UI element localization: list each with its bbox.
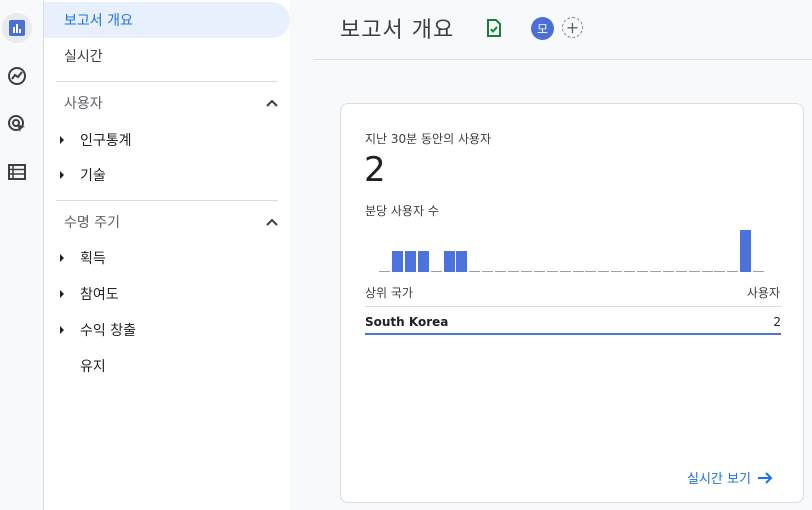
- target-cursor-icon: [8, 115, 25, 132]
- nav-item-acquisition[interactable]: 획득: [44, 240, 106, 276]
- table-row-bar: [365, 333, 781, 335]
- chart-bar: [533, 271, 545, 272]
- nav-item-label: 보고서 개요: [64, 13, 133, 29]
- view-realtime-link[interactable]: 실시간 보기: [687, 468, 773, 487]
- chart-bar: [649, 271, 661, 272]
- nav-divider: [56, 81, 278, 82]
- chart-bar: [637, 271, 648, 272]
- chart-bar: [469, 271, 481, 272]
- nav-item-label: 기술: [80, 168, 106, 184]
- caret-right-icon: [60, 290, 64, 298]
- arrow-right-icon: [757, 471, 773, 484]
- list-icon: [8, 164, 26, 180]
- chart-bar: [662, 271, 674, 272]
- chart-bar: [572, 271, 584, 272]
- advertising-rail-button[interactable]: [2, 109, 32, 139]
- chart-bar: [688, 271, 700, 272]
- nav-item-tech[interactable]: 기술: [44, 157, 106, 193]
- chart-bar: [753, 271, 765, 272]
- verified-report-icon[interactable]: [486, 19, 502, 37]
- chart-bar: [430, 271, 442, 272]
- nav-item-demographics[interactable]: 인구통계: [44, 122, 132, 158]
- caret-right-icon: [60, 171, 64, 179]
- per-minute-chart: [379, 222, 769, 272]
- main-content: 보고서 개요 모 + 지난 30분 동안의 사용자 2 분당 사용자 수 상위 …: [290, 0, 812, 510]
- col-country-header: 상위 국가: [365, 286, 413, 300]
- view-realtime-label: 실시간 보기: [687, 472, 751, 487]
- per-minute-label: 분당 사용자 수: [365, 204, 439, 218]
- nav-item-label: 유지: [80, 359, 106, 375]
- page-title: 보고서 개요: [340, 18, 455, 43]
- chart-bar: [443, 251, 455, 272]
- avatar[interactable]: 모: [531, 17, 554, 40]
- nav-item-overview[interactable]: 보고서 개요: [44, 2, 290, 38]
- chart-bar: [391, 251, 403, 272]
- nav-item-retention[interactable]: 유지: [44, 348, 106, 384]
- nav-item-label: 수익 창출: [80, 323, 136, 339]
- nav-divider: [56, 200, 278, 201]
- chart-bar: [675, 271, 687, 272]
- col-users-header: 사용자: [746, 286, 780, 300]
- chart-bar: [417, 251, 429, 272]
- configure-rail-button[interactable]: [2, 157, 32, 187]
- caret-right-icon: [60, 254, 64, 262]
- chart-bar: [546, 271, 558, 272]
- nav-item-engagement[interactable]: 참여도: [44, 276, 119, 312]
- chart-bar: [559, 271, 571, 272]
- chevron-up-icon: [266, 99, 278, 107]
- chart-bar: [727, 271, 739, 272]
- caret-right-icon: [60, 326, 64, 334]
- section-label: 사용자: [64, 96, 103, 112]
- table-row-country[interactable]: South Korea: [365, 315, 448, 329]
- chart-bar: [482, 271, 494, 272]
- chart-bar: [508, 271, 519, 272]
- chart-bar: [495, 271, 507, 272]
- section-label: 수명 주기: [64, 215, 120, 231]
- section-lifecycle[interactable]: 수명 주기: [44, 204, 278, 240]
- nav-item-realtime[interactable]: 실시간: [44, 38, 103, 74]
- add-comparison-button[interactable]: +: [562, 17, 583, 38]
- chart-bar: [740, 230, 752, 272]
- chart-bar: [585, 271, 597, 272]
- chart-bar: [714, 271, 726, 272]
- chart-bar: [598, 271, 610, 272]
- report-nav: 보고서 개요 실시간 사용자 인구통계 기술 수명 주기 획득 참여도 수익 창…: [44, 0, 290, 510]
- table-header-divider: [365, 306, 781, 307]
- section-user[interactable]: 사용자: [44, 85, 278, 121]
- realtime-count: 2: [364, 150, 386, 190]
- table-row-users: 2: [773, 315, 781, 329]
- chart-bar: [379, 271, 390, 272]
- nav-item-label: 인구통계: [80, 133, 132, 149]
- nav-item-label: 획득: [80, 251, 106, 267]
- bar-chart-icon: [9, 20, 25, 36]
- icon-rail: [0, 0, 44, 510]
- realtime-card: 지난 30분 동안의 사용자 2 분당 사용자 수 상위 국가 사용자 Sout…: [340, 103, 804, 503]
- nav-item-monetization[interactable]: 수익 창출: [44, 312, 136, 348]
- chart-bar: [520, 271, 532, 272]
- reports-rail-button[interactable]: [2, 13, 32, 43]
- trending-icon: [8, 67, 26, 85]
- chart-bar: [404, 251, 416, 272]
- realtime-label: 지난 30분 동안의 사용자: [365, 132, 492, 146]
- nav-item-label: 실시간: [64, 49, 103, 65]
- nav-item-label: 참여도: [80, 287, 119, 303]
- chart-bar: [611, 271, 623, 272]
- page-header: 보고서 개요 모 +: [314, 0, 812, 60]
- chart-bar: [456, 251, 468, 272]
- caret-right-icon: [60, 136, 64, 144]
- plus-icon: +: [565, 17, 580, 37]
- chevron-up-icon: [266, 218, 278, 226]
- explore-rail-button[interactable]: [2, 61, 32, 91]
- chart-bar: [701, 271, 713, 272]
- chart-bar: [624, 271, 636, 272]
